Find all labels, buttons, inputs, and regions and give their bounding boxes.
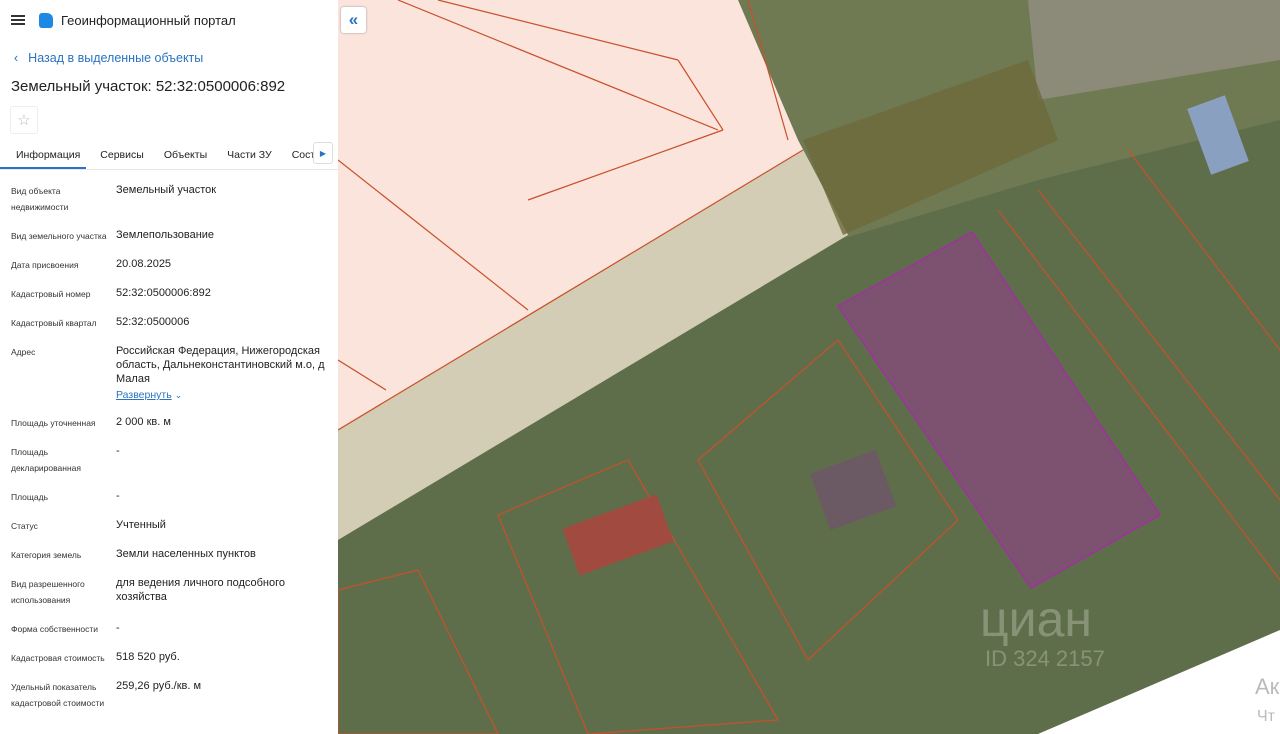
tabs-scroll-right-icon[interactable]: ▶ [313, 142, 333, 164]
field-label: Площадь декларированная [11, 447, 81, 473]
field-value-text: - [116, 490, 120, 502]
field-value: - [116, 621, 331, 637]
field-value: 2 000 кв. м [116, 415, 331, 431]
info-panel: Геоинформационный портал ‹ Назад в выделе… [0, 0, 338, 734]
field-label: Дата присвоения [11, 260, 79, 270]
chevron-left-icon: ‹ [14, 51, 19, 65]
field-row: Кадастровый квартал 52:32:0500006 [11, 315, 338, 331]
watermark-logo: циан [980, 591, 1092, 647]
field-label: Адрес [11, 347, 36, 357]
tab-info[interactable]: Информация [0, 144, 87, 169]
watermark-id: ID 324 2157 [985, 646, 1105, 671]
field-row: Площадь - [11, 489, 338, 505]
field-row: Категория земель Земли населенных пунктов [11, 547, 338, 563]
field-row: Площадь уточненная 2 000 кв. м [11, 415, 338, 431]
field-value-text: Российская Федерация, Нижегородская обла… [116, 345, 325, 385]
field-row: Площадь декларированная - [11, 444, 338, 476]
field-row: Статус Учтенный [11, 518, 338, 534]
back-link[interactable]: ‹ Назад в выделенные объекты [14, 51, 338, 65]
field-value-text: для ведения личного подсобного хозяйства [116, 577, 286, 603]
field-row: Форма собственности - [11, 621, 338, 637]
page-title: Земельный участок: 52:32:0500006:892 [11, 78, 286, 95]
map-layer [338, 0, 1280, 734]
field-label: Вид разрешенного использования [11, 579, 85, 605]
field-label: Площадь уточненная [11, 418, 96, 428]
app-title: Геоинформационный портал [61, 12, 236, 28]
field-value-text: 52:32:0500006:892 [116, 287, 211, 299]
field-value: 259,26 руб./кв. м [116, 679, 331, 711]
field-label: Категория земель [11, 550, 82, 560]
field-row: Дата присвоения 20.08.2025 [11, 257, 338, 273]
tabs: Информация Сервисы Объекты Части ЗУ Сост… [0, 142, 338, 170]
field-value-text: - [116, 622, 120, 634]
field-label: Удельный показатель кадастровой стоимост… [11, 682, 105, 708]
field-row: Кадастровый номер 52:32:0500006:892 [11, 286, 338, 302]
collapse-panel-button[interactable]: « [341, 7, 366, 33]
expand-link[interactable]: Развернуть [116, 389, 172, 401]
field-row: Удельный показатель кадастровой стоимост… [11, 679, 338, 711]
field-value-text: Землепользование [116, 229, 215, 241]
field-label: Вид земельного участка [11, 231, 107, 241]
chevron-down-icon: ⌄ [174, 390, 183, 400]
tab-services[interactable]: Сервисы [90, 144, 154, 169]
menu-icon[interactable] [11, 15, 25, 25]
field-value-text: Учтенный [116, 519, 166, 531]
tab-objects[interactable]: Объекты [154, 144, 217, 169]
field-row: Вид объекта недвижимости Земельный участо… [11, 183, 338, 215]
field-value-text: 518 520 руб. [116, 651, 180, 663]
field-value-text: Земли населенных пунктов [116, 548, 256, 560]
field-value: 52:32:0500006 [116, 315, 331, 331]
field-value-text: - [116, 445, 120, 457]
field-row: Кадастровая стоимость 518 520 руб. [11, 650, 338, 666]
field-value: 20.08.2025 [116, 257, 331, 273]
field-value: Землепользование [116, 228, 331, 244]
tab-parts[interactable]: Части ЗУ [217, 144, 282, 169]
field-row: Адрес Российская Федерация, Нижегородская… [11, 344, 338, 402]
field-value: - [116, 444, 331, 476]
field-label: Кадастровый квартал [11, 318, 97, 328]
field-value-text: 259,26 руб./кв. м [116, 680, 202, 692]
field-label: Форма собственности [11, 624, 98, 634]
field-label: Площадь [11, 492, 49, 502]
overlay-text: Чт [1257, 708, 1275, 725]
field-value: Земельный участок [116, 183, 331, 215]
favorite-star-icon[interactable]: ☆ [10, 106, 38, 134]
field-list: Вид объекта недвижимости Земельный участо… [0, 183, 338, 711]
field-value: 52:32:0500006:892 [116, 286, 331, 302]
field-value: Российская Федерация, Нижегородская обла… [116, 344, 331, 402]
field-value-text: Земельный участок [116, 184, 217, 196]
portal-logo-icon [39, 12, 53, 28]
field-value-text: 2 000 кв. м [116, 416, 171, 428]
back-label: Назад в выделенные объекты [28, 51, 204, 65]
header: Геоинформационный портал [0, 0, 338, 40]
field-value: Земли населенных пунктов [116, 547, 331, 563]
field-label: Статус [11, 521, 38, 531]
field-value: - [116, 489, 331, 505]
field-value: для ведения личного подсобного хозяйства [116, 576, 331, 608]
map[interactable] [338, 0, 1280, 734]
field-value: Учтенный [116, 518, 331, 534]
overlay-text: Ак [1255, 674, 1280, 699]
field-row: Вид разрешенного использования для ведени… [11, 576, 338, 608]
field-value: 518 520 руб. [116, 650, 331, 666]
field-label: Вид объекта недвижимости [11, 186, 69, 212]
field-row: Вид земельного участка Землепользование [11, 228, 338, 244]
field-value-text: 20.08.2025 [116, 258, 172, 270]
field-label: Кадастровая стоимость [11, 653, 105, 663]
field-label: Кадастровый номер [11, 289, 91, 299]
field-value-text: 52:32:0500006 [116, 316, 190, 328]
